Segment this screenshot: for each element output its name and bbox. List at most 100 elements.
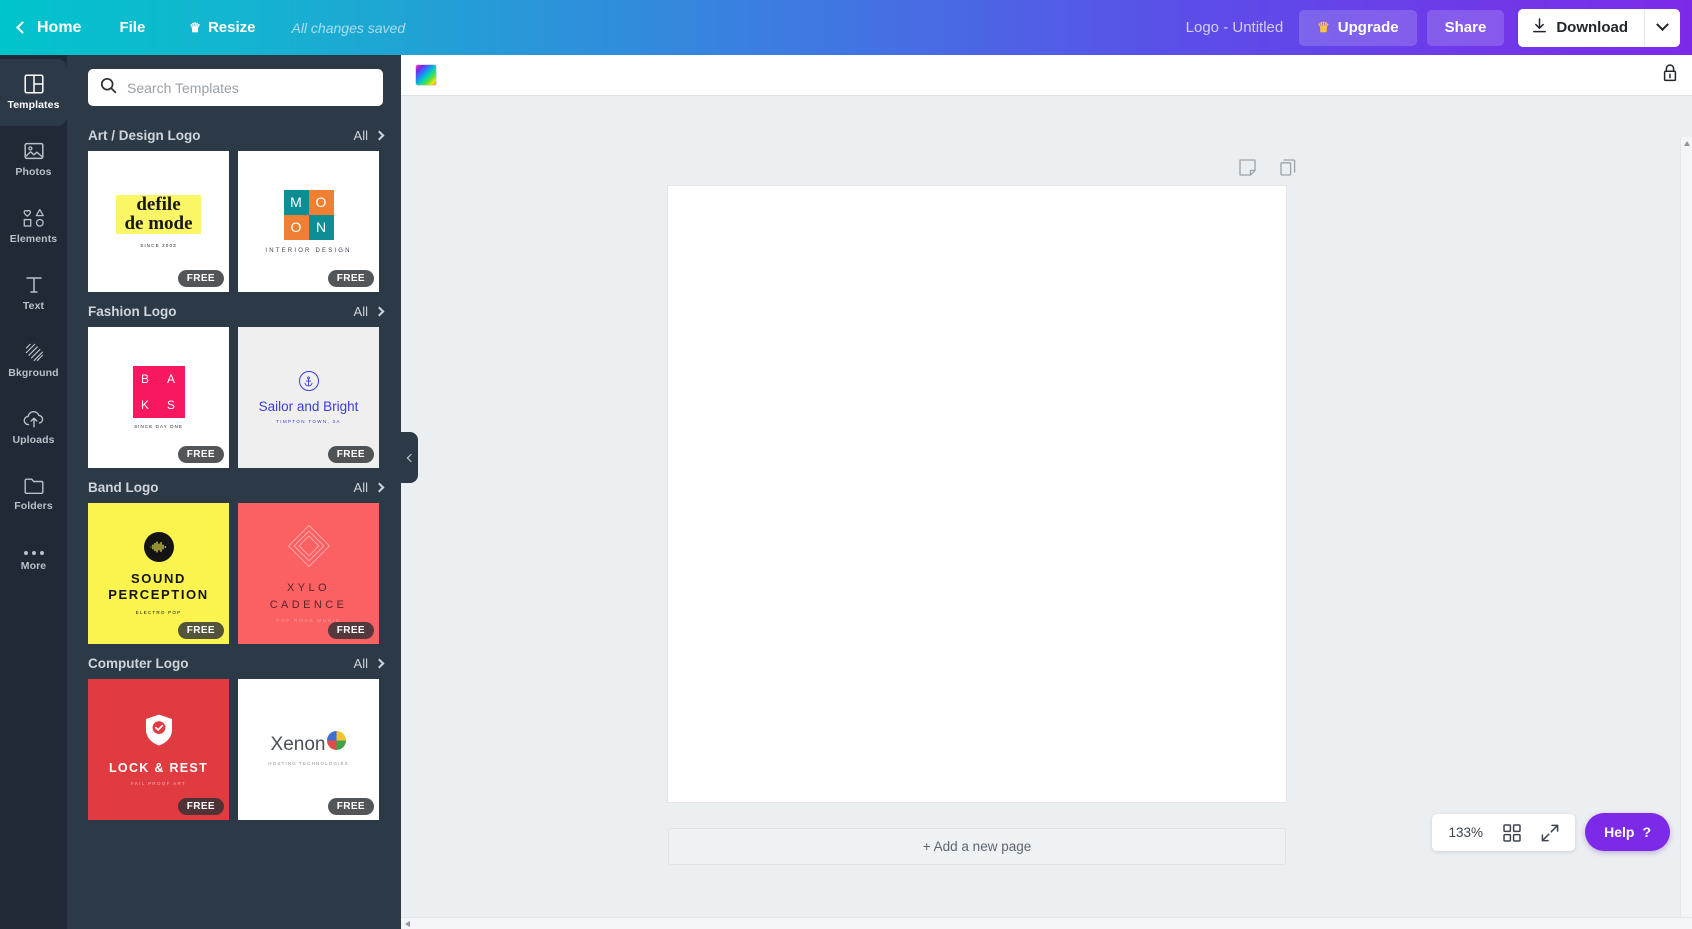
- home-label: Home: [37, 18, 82, 36]
- moon-letter: M: [283, 189, 309, 215]
- template-grid: LOCK & REST FAIL PROOF ART FREE Xenon HO…: [67, 679, 401, 820]
- template-card-sailor[interactable]: Sailor and Bright TIMPTON TOWN, 3A FREE: [238, 327, 379, 468]
- resize-button[interactable]: ♛ Resize: [167, 0, 277, 55]
- template-card-xenon[interactable]: Xenon HOSTING TECHNOLOGIES FREE: [238, 679, 379, 820]
- all-label: All: [353, 656, 368, 671]
- baks-letter-grid: B A K S: [132, 365, 185, 418]
- templates-panel: Art / Design Logo All defile de mode SIN…: [67, 55, 401, 929]
- add-new-page-button[interactable]: + Add a new page: [668, 828, 1286, 865]
- chevron-right-icon: [374, 306, 385, 317]
- question-mark-icon: ?: [1642, 824, 1651, 840]
- lock-button[interactable]: [1662, 63, 1678, 87]
- sidebar-item-bkground[interactable]: Bkground: [0, 327, 67, 394]
- grid-view-icon[interactable]: [1503, 823, 1521, 842]
- template-grid: B A K S SINCE DAY ONE FREE Sailor and Br…: [67, 327, 401, 468]
- document-color-swatch[interactable]: [415, 64, 437, 86]
- template-card-moon[interactable]: M O O N INTERIOR DESIGN FREE: [238, 151, 379, 292]
- vertical-scrollbar[interactable]: [1680, 137, 1692, 929]
- design-page[interactable]: [668, 186, 1286, 802]
- section-all-link[interactable]: All: [353, 128, 385, 143]
- chevron-left-icon: [16, 21, 29, 34]
- free-badge: FREE: [327, 798, 374, 815]
- download-button[interactable]: Download: [1518, 8, 1644, 47]
- section-all-link[interactable]: All: [354, 480, 385, 495]
- section-all-link[interactable]: All: [353, 656, 385, 671]
- anchor-icon: [298, 371, 319, 391]
- sidebar-item-label: Elements: [9, 233, 58, 245]
- section-header: Fashion Logo All: [67, 292, 401, 327]
- baks-letter: K: [140, 397, 150, 412]
- sidebar-item-label: Uploads: [12, 434, 55, 446]
- sidebar-item-label: Templates: [7, 99, 60, 111]
- sidebar-item-uploads[interactable]: Uploads: [0, 394, 67, 461]
- text-icon: [24, 275, 44, 295]
- chevron-left-icon: [406, 453, 416, 462]
- template-grid: SOUND PERCEPTION ELECTRO POP FREE XYLO C…: [67, 503, 401, 644]
- section-all-link[interactable]: All: [353, 304, 385, 319]
- section-title: Fashion Logo: [88, 304, 177, 319]
- template-card-xylo-cadence[interactable]: XYLO CADENCE POP ROCK MUSIC FREE: [238, 503, 379, 644]
- sidebar-item-templates[interactable]: Templates: [0, 59, 67, 126]
- add-new-page-label: + Add a new page: [922, 839, 1032, 854]
- scroll-up-icon[interactable]: [1684, 141, 1690, 146]
- zoom-level-label[interactable]: 133%: [1448, 825, 1483, 840]
- template-title-line1: SOUND: [131, 570, 186, 586]
- download-options-button[interactable]: [1644, 8, 1680, 47]
- search-input[interactable]: [127, 79, 371, 96]
- sidebar-item-label: More: [20, 560, 47, 572]
- upgrade-button[interactable]: ♛ Upgrade: [1299, 9, 1417, 46]
- template-title-line2: PERCEPTION: [108, 587, 209, 602]
- templates-icon: [23, 74, 44, 94]
- free-badge: FREE: [177, 622, 224, 639]
- sidebar-item-label: Folders: [14, 500, 53, 512]
- download-icon: [1532, 17, 1547, 38]
- all-label: All: [353, 304, 368, 319]
- search-container: [67, 55, 401, 116]
- lock-icon: [1662, 63, 1678, 87]
- resize-label: Resize: [207, 19, 256, 36]
- search-icon: [100, 77, 117, 99]
- duplicate-page-icon[interactable]: [1280, 159, 1297, 181]
- share-button[interactable]: Share: [1426, 9, 1505, 46]
- section-header: Art / Design Logo All: [67, 116, 401, 151]
- template-grid: defile de mode SINCE 2003 FREE M O O N I…: [67, 151, 401, 292]
- horizontal-scrollbar[interactable]: [401, 917, 1692, 929]
- search-box[interactable]: [88, 69, 383, 106]
- download-group: Download: [1518, 8, 1680, 47]
- help-button[interactable]: Help ?: [1585, 813, 1670, 851]
- sidebar-item-elements[interactable]: Elements: [0, 193, 67, 260]
- chevron-right-icon: [374, 482, 385, 493]
- template-card-sound-perception[interactable]: SOUND PERCEPTION ELECTRO POP FREE: [88, 503, 229, 644]
- add-note-icon[interactable]: [1239, 159, 1256, 181]
- sidebar-item-photos[interactable]: Photos: [0, 126, 67, 193]
- editor-toolbar: [401, 55, 1692, 96]
- editor-area: + Add a new page 133% Help ?: [401, 55, 1692, 929]
- top-bar: Home File ♛ Resize All changes saved Log…: [0, 0, 1692, 55]
- fullscreen-icon[interactable]: [1541, 824, 1559, 842]
- template-subtitle: SINCE DAY ONE: [134, 424, 183, 430]
- sidebar-item-more[interactable]: More: [0, 528, 67, 595]
- sidebar-item-folders[interactable]: Folders: [0, 461, 67, 528]
- template-card-defile[interactable]: defile de mode SINCE 2003 FREE: [88, 151, 229, 292]
- template-card-baks[interactable]: B A K S SINCE DAY ONE FREE: [88, 327, 229, 468]
- background-icon: [24, 342, 44, 362]
- photos-icon: [23, 141, 44, 161]
- sidebar-item-text[interactable]: Text: [0, 260, 67, 327]
- sidebar-item-label: Photos: [15, 166, 52, 178]
- all-label: All: [353, 128, 368, 143]
- template-title: Xenon: [270, 733, 326, 755]
- document-title[interactable]: Logo - Untitled: [1186, 19, 1284, 36]
- moon-letter: O: [283, 214, 309, 240]
- file-menu-button[interactable]: File: [97, 0, 167, 55]
- home-button[interactable]: Home: [0, 0, 97, 55]
- diamond-icon: [286, 523, 332, 574]
- top-bar-right: Logo - Untitled ♛ Upgrade Share Download: [1186, 8, 1692, 47]
- template-card-lock-rest[interactable]: LOCK & REST FAIL PROOF ART FREE: [88, 679, 229, 820]
- template-subtitle: INTERIOR DESIGN: [265, 247, 352, 254]
- template-title-line2: de mode: [124, 212, 193, 234]
- file-label: File: [119, 19, 146, 36]
- download-label: Download: [1556, 19, 1628, 36]
- canvas-area: + Add a new page 133% Help ?: [401, 96, 1692, 929]
- panel-collapse-button[interactable]: [401, 432, 418, 483]
- scroll-left-icon[interactable]: [405, 921, 410, 927]
